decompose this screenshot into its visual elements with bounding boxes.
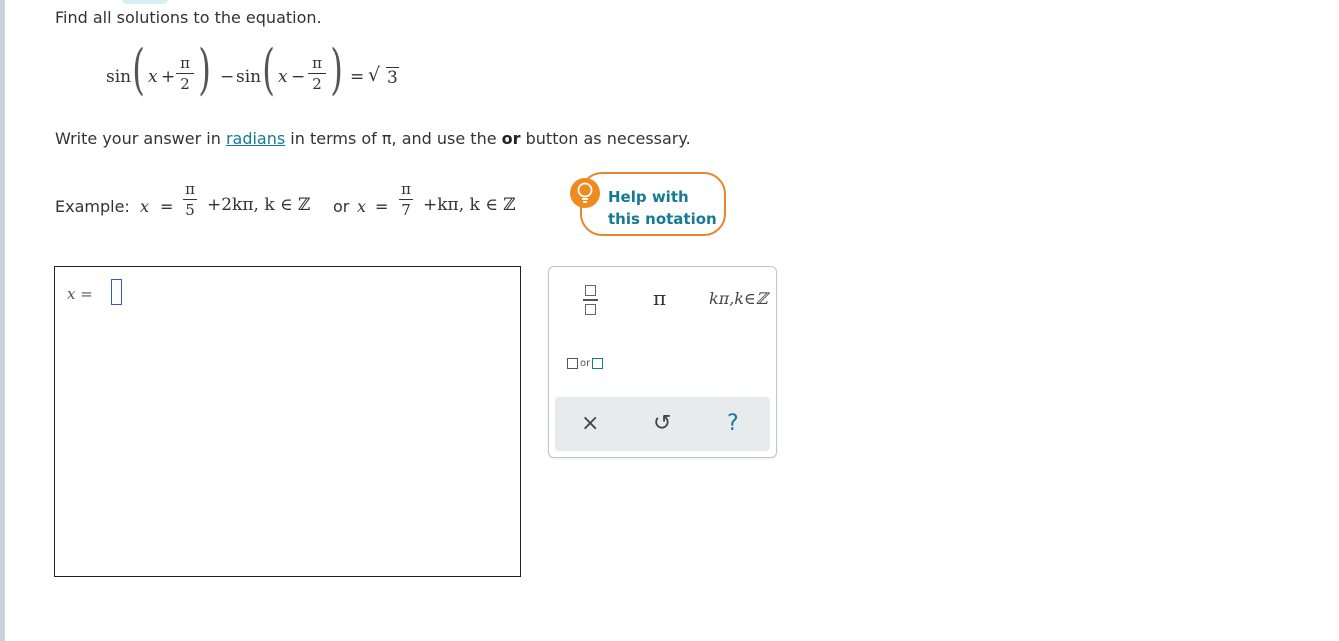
instructions-text-3: button as necessary. (520, 129, 691, 148)
answer-lhs: x = (67, 285, 93, 303)
fraction-bar-icon (582, 299, 598, 301)
eq-sqrt-sign: √ (368, 64, 381, 86)
eq-frac-2: π 2 (308, 54, 326, 93)
eq-frac-2-num: π (312, 54, 322, 72)
eq-minus: − (220, 67, 235, 87)
eq-paren-close-1: ) (198, 38, 211, 101)
eq-frac-1-num: π (180, 54, 190, 72)
eq-sin-2: sin (236, 67, 262, 87)
example-frac-2-bar (399, 199, 413, 200)
or-left-box-icon (567, 358, 578, 369)
example-frac-1-den: 5 (185, 201, 195, 219)
undo-button[interactable]: ↺ (653, 411, 671, 436)
eq-paren-close-2: ) (330, 38, 343, 101)
fraction-button[interactable] (581, 285, 599, 315)
or-right-box-icon (592, 358, 604, 369)
eq-x-1: x (148, 67, 158, 87)
question-prompt: Find all solutions to the equation. (55, 8, 322, 27)
eq-plus: + (161, 67, 176, 87)
eq-sin-1: sin (106, 67, 132, 87)
eq-frac-1-bar (176, 73, 194, 74)
example-eq-2: = (375, 197, 389, 216)
eq-sqrt-3: 3 (386, 67, 399, 88)
instructions-or-bold: or (501, 129, 521, 148)
top-tab-indicator (122, 0, 168, 4)
left-edge-bar (0, 0, 5, 641)
clear-button[interactable]: × (581, 411, 599, 436)
or-button-label: or (580, 358, 591, 369)
example-frac-2: π 7 (399, 180, 413, 219)
eq-frac-2-bar (308, 73, 326, 74)
help-label-line-1: Help with (608, 188, 689, 206)
example: Example: x = π 5 +2kπ, k ∈ ℤ or x = π 7 … (55, 178, 555, 228)
fraction-numerator-box-icon (584, 285, 596, 296)
math-palette: π kπ,k∈ℤ or × ↺ ? (548, 266, 777, 458)
lightbulb-icon (570, 178, 600, 208)
radians-link[interactable]: radians (226, 129, 285, 148)
equation: sin ( x + π 2 ) − sin ( x − π 2 ) = √ 3 (106, 38, 426, 108)
answer-input-area[interactable]: x = (54, 266, 521, 577)
eq-minus-2: − (291, 67, 306, 87)
example-frac-2-num: π (401, 180, 411, 198)
eq-frac-2-den: 2 (312, 75, 322, 93)
instructions-text-1: Write your answer in (55, 129, 226, 148)
example-frac-2-den: 7 (401, 201, 411, 219)
pi-button[interactable]: π (653, 286, 666, 310)
help-question-button[interactable]: ? (727, 411, 739, 436)
answer-input-cursor[interactable] (111, 279, 122, 305)
example-term-2: +kπ, k ∈ ℤ (423, 195, 516, 215)
example-frac-1: π 5 (183, 180, 197, 219)
or-button[interactable]: or (567, 353, 604, 372)
eq-paren-open-2: ( (262, 38, 275, 101)
example-x-1: x (140, 197, 150, 216)
k-pi-integer-button[interactable]: kπ,k∈ℤ (709, 289, 768, 308)
fraction-denominator-box-icon (584, 304, 596, 315)
example-x-2: x (357, 197, 367, 216)
instructions: Write your answer in radians in terms of… (55, 129, 691, 148)
instructions-text-2: in terms of π, and use the (285, 129, 502, 148)
eq-equals: = (350, 67, 365, 87)
help-label-line-2: this notation (608, 210, 717, 228)
eq-frac-1-den: 2 (180, 75, 190, 93)
eq-x-2: x (278, 67, 288, 87)
example-eq-1: = (160, 197, 174, 216)
example-frac-1-num: π (185, 180, 195, 198)
palette-action-row: × ↺ ? (555, 397, 770, 451)
help-with-notation-button[interactable]: Help with this notation (570, 172, 726, 236)
example-or: or (333, 197, 350, 216)
example-term-1: +2kπ, k ∈ ℤ (207, 195, 311, 215)
example-label: Example: (55, 197, 130, 216)
eq-paren-open-1: ( (132, 38, 145, 101)
example-frac-1-bar (183, 199, 197, 200)
eq-frac-1: π 2 (176, 54, 194, 93)
help-button-label: Help with this notation (608, 186, 717, 230)
